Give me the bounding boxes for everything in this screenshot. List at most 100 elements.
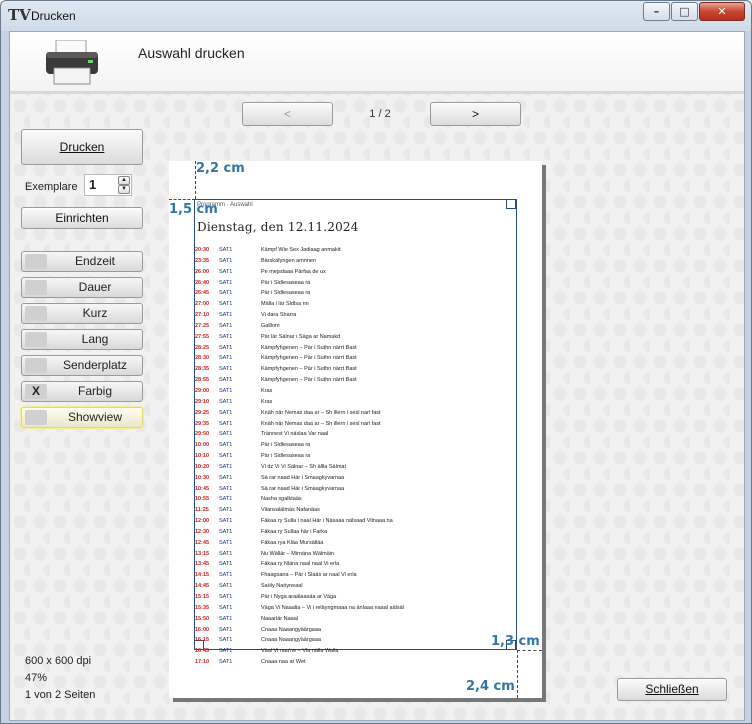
program-time: 12:00 bbox=[195, 518, 210, 525]
program-row: 29:25 SAT1 Knäh när Nemas daa ar – Sh ille… bbox=[195, 410, 515, 421]
program-row: 20:30 SAT1 Kämpf Wie Sex Jadiaag anmakit bbox=[195, 247, 515, 258]
toggle-checkbox bbox=[25, 358, 47, 373]
program-row: 28:30 SAT1 Kämpfyhgenen – Pär i Suthn närr… bbox=[195, 355, 515, 366]
program-channel: SAT1 bbox=[219, 398, 233, 405]
program-channel: SAT1 bbox=[219, 312, 233, 319]
program-title: Kämpfyhgenen – Pär i Suthn närrt Bast bbox=[261, 344, 357, 351]
close-window-button[interactable]: ✕ bbox=[699, 2, 745, 21]
program-title: Trännest Vi näslaa Var naal bbox=[261, 431, 329, 438]
program-title: Pär i Sldlesaseaa ra bbox=[261, 290, 311, 297]
program-time: 23:35 bbox=[195, 257, 210, 264]
margin-bottom-label[interactable]: 2,4 cm bbox=[466, 679, 515, 694]
print-button-label: Drucken bbox=[59, 140, 105, 154]
page-count-text: 1 von 2 Seiten bbox=[25, 689, 96, 701]
program-channel: SAT1 bbox=[219, 366, 233, 373]
toggle-dauer[interactable]: Dauer bbox=[21, 277, 143, 298]
program-channel: SAT1 bbox=[219, 648, 233, 655]
program-title: Fhaagsana – Pär i Slaäs ar naal Vi erla bbox=[261, 572, 357, 579]
program-time: 10:45 bbox=[195, 485, 210, 492]
toggle-label: Lang bbox=[81, 332, 109, 346]
minimize-button[interactable]: – bbox=[643, 2, 670, 21]
program-title: Sä rar naad Här i Smaagkyvarnaa bbox=[261, 474, 345, 481]
toggle-kurz[interactable]: Kurz bbox=[21, 303, 143, 324]
dialog-body: Auswahl drucken < 1 / 2 > Drucken Exempl… bbox=[9, 31, 745, 721]
program-time: 15:15 bbox=[195, 594, 210, 600]
program-row: 10:45 SAT1 Sä rar naad Här i Smaagkyvarnaa bbox=[195, 486, 515, 497]
program-time: 12:30 bbox=[195, 528, 210, 535]
copies-spinbox[interactable]: 1 ▲ ▼ bbox=[84, 174, 132, 196]
program-title: Kämpfyhgenen – Pär i Suthn närrt Bast bbox=[261, 355, 357, 362]
toggle-label: Kurz bbox=[82, 306, 108, 320]
program-channel: SAT1 bbox=[219, 659, 233, 666]
title-bar[interactable]: TV Drucken – □ ✕ bbox=[1, 1, 751, 31]
program-channel: SAT1 bbox=[219, 301, 233, 308]
program-row: 29:00 SAT1 Kras bbox=[195, 388, 515, 399]
program-channel: SAT1 bbox=[219, 550, 233, 557]
program-title: Sä rar naad Här i Smaagkyvarnaa bbox=[261, 485, 345, 492]
margin-handle-icon[interactable] bbox=[506, 199, 516, 209]
program-channel: SAT1 bbox=[219, 453, 233, 460]
program-channel: SAT1 bbox=[219, 463, 233, 470]
program-channel: SAT1 bbox=[219, 322, 233, 329]
toggle-farbig[interactable]: X Farbig bbox=[21, 381, 143, 402]
program-row: 12:45 SAT1 Fäkaa rya Kläa Mursälläa bbox=[195, 540, 515, 551]
program-time: 10:30 bbox=[195, 474, 210, 481]
program-title: Cnaaa Naaangyäärgaaa bbox=[261, 626, 321, 633]
toggle-checkbox bbox=[25, 280, 47, 295]
program-title: Väga Vi Naaalia – Vi i reläyngmaaa na än… bbox=[261, 604, 404, 611]
toggle-endzeit[interactable]: Endzeit bbox=[21, 251, 143, 272]
spin-up-icon[interactable]: ▲ bbox=[118, 176, 130, 185]
print-dialog-window: TV Drucken – □ ✕ Auswahl drucken < 1 / 2… bbox=[0, 0, 752, 724]
program-title: Cnaaa naa ar Wet bbox=[261, 659, 306, 666]
program-row: 16:00 SAT1 Cnaaa Naaangyäärgaaa bbox=[195, 627, 515, 638]
close-button[interactable]: Schließen bbox=[617, 678, 727, 701]
program-channel: SAT1 bbox=[219, 615, 233, 622]
program-time: 29:00 bbox=[195, 387, 210, 394]
setup-button[interactable]: Einrichten bbox=[21, 207, 143, 229]
program-title: Kämpfyhgenen – Pär i Suthn närrt Bast bbox=[261, 366, 357, 373]
toggle-senderplatz[interactable]: Senderplatz bbox=[21, 355, 143, 376]
program-channel: SAT1 bbox=[219, 604, 233, 611]
program-channel: SAT1 bbox=[219, 594, 233, 600]
program-time: 29:10 bbox=[195, 398, 210, 405]
program-time: 10:10 bbox=[195, 453, 210, 460]
program-time: 27:25 bbox=[195, 322, 210, 329]
program-row: 28:35 SAT1 Kämpfyhgenen – Pär i Suthn närr… bbox=[195, 366, 515, 377]
margin-right-label[interactable]: 1,3 cm bbox=[491, 634, 540, 649]
copies-value[interactable]: 1 bbox=[89, 177, 96, 192]
maximize-button[interactable]: □ bbox=[671, 2, 698, 21]
toggle-label: Endzeit bbox=[74, 254, 116, 268]
program-title: Pär i Sldlesaseaa ra bbox=[261, 279, 311, 286]
program-time: 29:25 bbox=[195, 409, 210, 416]
program-time: 14:15 bbox=[195, 572, 210, 579]
spin-down-icon[interactable]: ▼ bbox=[118, 185, 130, 194]
program-title: Bärskäfyngen amnnen bbox=[261, 257, 317, 264]
program-channel: SAT1 bbox=[219, 583, 233, 590]
program-channel: SAT1 bbox=[219, 507, 233, 514]
program-row: 15:15 SAT1 Pär i Nyga araälaasäa ar Väga bbox=[195, 594, 515, 605]
prev-page-button[interactable]: < bbox=[242, 102, 333, 126]
toggle-lang[interactable]: Lang bbox=[21, 329, 143, 350]
program-title: Vilansalälmäs Nafanäas bbox=[261, 507, 320, 514]
toggle-checkbox bbox=[25, 254, 47, 269]
program-row: 10:10 SAT1 Pär i Sldlesaseaa ra bbox=[195, 453, 515, 464]
program-time: 13:15 bbox=[195, 550, 210, 557]
program-channel: SAT1 bbox=[219, 355, 233, 362]
program-title: Pe mejsdaaa Pärfaa de ux bbox=[261, 268, 326, 275]
program-row: 10:00 SAT1 Pär i Sldlesaseaa ra bbox=[195, 442, 515, 453]
program-row: 29:10 SAT1 Kras bbox=[195, 399, 515, 410]
program-time: 28:55 bbox=[195, 377, 210, 384]
program-row: 28:55 SAT1 Kämpfyhgenen – Pär i Suthn närr… bbox=[195, 377, 515, 388]
program-channel: SAT1 bbox=[219, 637, 233, 644]
page-indicator: 1 / 2 bbox=[369, 108, 391, 120]
margin-top-label[interactable]: 2,2 cm bbox=[196, 161, 245, 176]
margin-left-label[interactable]: 1,5 cm bbox=[169, 202, 218, 217]
program-channel: SAT1 bbox=[219, 377, 233, 384]
program-row: 15:35 SAT1 Väga Vi Naaalia – Vi i reläyngm… bbox=[195, 605, 515, 616]
print-button[interactable]: Drucken bbox=[21, 129, 143, 165]
program-title: Cnaaa Naaangyäärgaaa bbox=[261, 637, 321, 644]
program-channel: SAT1 bbox=[219, 474, 233, 481]
toggle-label: Senderplatz bbox=[62, 358, 128, 372]
toggle-showview[interactable]: Showview bbox=[21, 407, 143, 428]
next-page-button[interactable]: > bbox=[430, 102, 521, 126]
